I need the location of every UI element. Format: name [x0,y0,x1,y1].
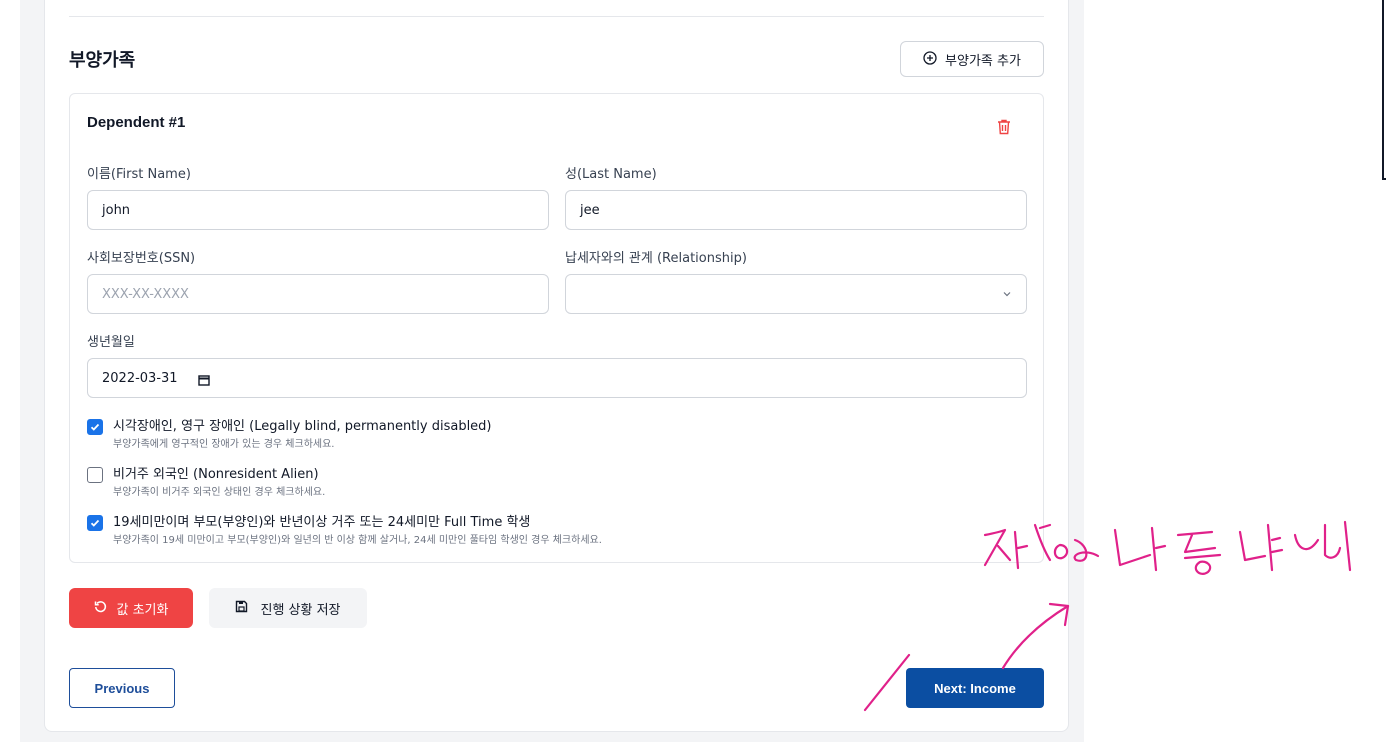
last-name-input[interactable]: jee [565,190,1027,230]
disabled-checkbox-help: 부양가족에게 영구적인 장애가 있는 경우 체크하세요. [113,439,335,450]
left-gutter [0,0,20,742]
add-dependent-button[interactable]: 부양가족 추가 [900,41,1044,77]
student-checkbox-help: 부양가족이 19세 미만이고 부모(부양인)와 일년의 반 이상 함께 살거나,… [113,535,602,546]
dob-label: 생년월일 [87,335,135,350]
add-dependent-label: 부양가족 추가 [945,53,1021,69]
relationship-label: 납세자와의 관계 (Relationship) [565,251,747,266]
student-checkbox-label: 19세미만이며 부모(부양인)와 반년이상 거주 또는 24세미만 Full T… [113,515,531,530]
nonresident-checkbox-label: 비거주 외국인 (Nonresident Alien) [113,467,319,482]
save-icon [235,600,248,617]
plus-circle-icon [923,50,937,68]
dependent-title: Dependent #1 [87,114,186,131]
next-income-button[interactable]: Next: Income [906,668,1044,708]
last-name-label: 성(Last Name) [565,167,657,182]
disabled-checkbox[interactable] [87,419,103,435]
student-checkbox[interactable] [87,515,103,531]
first-name-input[interactable]: john [87,190,549,230]
dob-value: 2022-03-31 [102,370,178,386]
trash-icon[interactable] [997,119,1015,137]
calendar-icon[interactable] [198,371,210,386]
ssn-input[interactable]: XXX-XX-XXXX [87,274,549,314]
reset-button[interactable]: 값 초기화 [69,588,193,628]
section-divider [69,16,1044,17]
previous-button[interactable]: Previous [69,668,175,708]
reset-label: 값 초기화 [116,602,169,618]
section-title: 부양가족 [69,50,136,71]
relationship-select[interactable] [565,274,1027,314]
reset-icon [94,600,107,617]
first-name-label: 이름(First Name) [87,167,191,182]
ssn-label: 사회보장번호(SSN) [87,251,196,266]
dob-input[interactable]: 2022-03-31 [87,358,1027,398]
nonresident-checkbox[interactable] [87,467,103,483]
save-progress-label: 진행 상황 저장 [260,602,341,618]
disabled-checkbox-label: 시각장애인, 영구 장애인 (Legally blind, permanentl… [113,419,492,434]
nonresident-checkbox-help: 부양가족이 비거주 외국인 상태인 경우 체크하세요. [113,487,326,498]
window-frame-edge [1382,0,1386,180]
chevron-down-icon [1002,288,1012,298]
save-progress-button[interactable]: 진행 상황 저장 [209,588,367,628]
